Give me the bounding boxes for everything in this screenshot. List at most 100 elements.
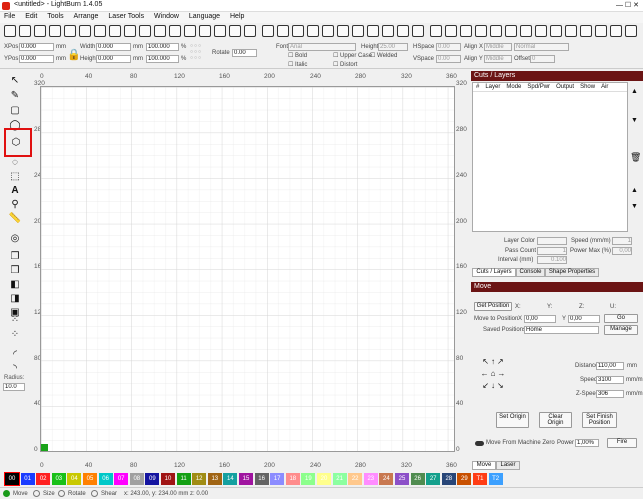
vspace-input[interactable]: 0.00 <box>436 55 461 63</box>
align-left-icon[interactable] <box>430 25 442 37</box>
marker-icon[interactable]: ⚲ <box>8 197 22 211</box>
layer-up-icon[interactable]: ▲ <box>631 187 638 194</box>
zspeed-input[interactable]: 306 <box>596 390 624 398</box>
text-height-input[interactable]: 25.00 <box>378 43 408 51</box>
palette-swatch[interactable]: 17 <box>270 473 285 485</box>
palette-swatch[interactable]: 02 <box>36 473 51 485</box>
pan-icon[interactable] <box>169 25 181 37</box>
palette-swatch[interactable]: T2 <box>488 473 503 485</box>
copy-along-icon[interactable]: ❐ <box>8 249 22 263</box>
array-circular-icon[interactable]: ⁘ <box>8 327 22 341</box>
interval-input[interactable]: 0.100 <box>537 256 567 264</box>
palette-swatch[interactable]: 16 <box>254 473 269 485</box>
palette-swatch[interactable]: 22 <box>348 473 363 485</box>
palette-swatch[interactable]: 13 <box>207 473 222 485</box>
palette-swatch[interactable]: 14 <box>223 473 238 485</box>
palette-swatch[interactable]: 04 <box>67 473 82 485</box>
move-down-icon[interactable]: ▼ <box>631 117 638 124</box>
move-y-input[interactable]: 0,00 <box>568 315 600 323</box>
welded-checkbox[interactable]: ☐ Welded <box>370 52 397 59</box>
copy-icon[interactable] <box>79 25 91 37</box>
flip-h-icon[interactable] <box>352 25 364 37</box>
width-percent-input[interactable]: 100.000 <box>146 43 179 51</box>
menu-language[interactable]: Language <box>185 12 224 21</box>
palette-swatch[interactable]: 28 <box>441 473 456 485</box>
go-button[interactable]: Go <box>604 314 638 323</box>
zoom-out-icon[interactable] <box>199 25 211 37</box>
palette-swatch[interactable]: 26 <box>410 473 425 485</box>
aligny-select[interactable]: Middle <box>484 55 512 63</box>
align-bottom-icon[interactable] <box>505 25 517 37</box>
palette-swatch[interactable]: 10 <box>161 473 175 485</box>
palette-swatch[interactable]: T1 <box>473 473 487 485</box>
height-percent-input[interactable]: 100.000 <box>146 55 179 63</box>
jog-pad[interactable]: ↖↑↗ ←⌂→ ↙↓↘ <box>474 356 514 394</box>
layer-down-icon[interactable]: ▼ <box>631 203 638 210</box>
radius-input[interactable]: 10.0 <box>3 383 25 391</box>
grid-icon[interactable] <box>625 25 637 37</box>
tab-laser[interactable]: Laser <box>496 461 520 470</box>
ungroup-icon[interactable] <box>337 25 349 37</box>
tab-shape-properties[interactable]: Shape Properties <box>545 268 599 277</box>
settings-icon[interactable] <box>139 25 151 37</box>
width-input[interactable]: 0.000 <box>96 43 131 51</box>
palette-swatch[interactable]: 03 <box>51 473 66 485</box>
rotate-mode-icon[interactable] <box>58 490 65 497</box>
corner-chamfer-icon[interactable]: ◝ <box>8 361 22 375</box>
boolean-subtract-icon[interactable]: ◧ <box>8 277 22 291</box>
monitor-icon[interactable] <box>262 25 274 37</box>
window-controls[interactable]: — ☐ ✕ <box>616 1 639 9</box>
alignx-select[interactable]: Middle <box>484 43 512 51</box>
mirror-icon[interactable] <box>382 25 394 37</box>
zoom-in-icon[interactable] <box>184 25 196 37</box>
align-middle-icon[interactable] <box>490 25 502 37</box>
menu-window[interactable]: Window <box>150 12 183 21</box>
font-select[interactable]: Arial <box>288 43 356 51</box>
move-together-icon[interactable] <box>595 25 607 37</box>
home-icon[interactable] <box>292 25 304 37</box>
frame-icon[interactable] <box>229 25 241 37</box>
boolean-union-icon[interactable]: ❒ <box>8 263 22 277</box>
palette-swatch[interactable]: 24 <box>379 473 394 485</box>
pass-count-input[interactable]: 1 <box>537 247 567 255</box>
text-mode-select[interactable]: Normal <box>514 43 569 51</box>
palette-swatch[interactable]: 06 <box>98 473 113 485</box>
align-icon[interactable] <box>307 25 319 37</box>
palette-swatch[interactable]: 20 <box>317 473 331 485</box>
move-x-input[interactable]: 0,00 <box>524 315 556 323</box>
edit-nodes-icon[interactable]: ✎ <box>8 88 22 102</box>
palette-swatch[interactable]: 08 <box>129 473 144 485</box>
move-apart-icon[interactable] <box>610 25 622 37</box>
set-origin-button[interactable]: Set Origin <box>496 412 529 428</box>
same-width-icon[interactable] <box>550 25 562 37</box>
zoom-fit-icon[interactable] <box>214 25 226 37</box>
dock-icon[interactable] <box>580 25 592 37</box>
palette-swatch[interactable]: 12 <box>192 473 207 485</box>
menu-edit[interactable]: Edit <box>21 12 41 21</box>
align-top-icon[interactable] <box>475 25 487 37</box>
save-icon[interactable] <box>19 25 31 37</box>
hspace-input[interactable]: 0.00 <box>436 43 461 51</box>
palette-swatch[interactable]: 11 <box>176 473 191 485</box>
distort-checkbox[interactable]: ☐ Distort <box>333 61 357 68</box>
select-icon[interactable]: ↖ <box>8 73 22 87</box>
size-mode-icon[interactable] <box>33 490 40 497</box>
align-right-icon[interactable] <box>460 25 472 37</box>
menu-file[interactable]: File <box>0 12 19 21</box>
export-icon[interactable] <box>49 25 61 37</box>
palette-swatch[interactable]: 07 <box>114 473 129 485</box>
wand-icon[interactable] <box>397 25 409 37</box>
upper-case-checkbox[interactable]: ☐ Upper Case <box>333 52 372 59</box>
distribute-icon[interactable] <box>520 25 532 37</box>
get-position-button[interactable]: Get Position <box>474 302 512 311</box>
manage-button[interactable]: Manage <box>604 325 638 335</box>
layer-color-swatch[interactable] <box>537 237 567 245</box>
menu-laser-tools[interactable]: Laser Tools <box>104 12 148 21</box>
move-up-icon[interactable]: ▲ <box>631 88 638 95</box>
distribute-v-icon[interactable] <box>535 25 547 37</box>
trash-icon[interactable]: 🗑 <box>630 152 641 163</box>
trace-icon[interactable] <box>277 25 289 37</box>
xpos-input[interactable]: 0.000 <box>19 43 54 51</box>
delete-icon[interactable] <box>154 25 166 37</box>
group-icon[interactable] <box>322 25 334 37</box>
